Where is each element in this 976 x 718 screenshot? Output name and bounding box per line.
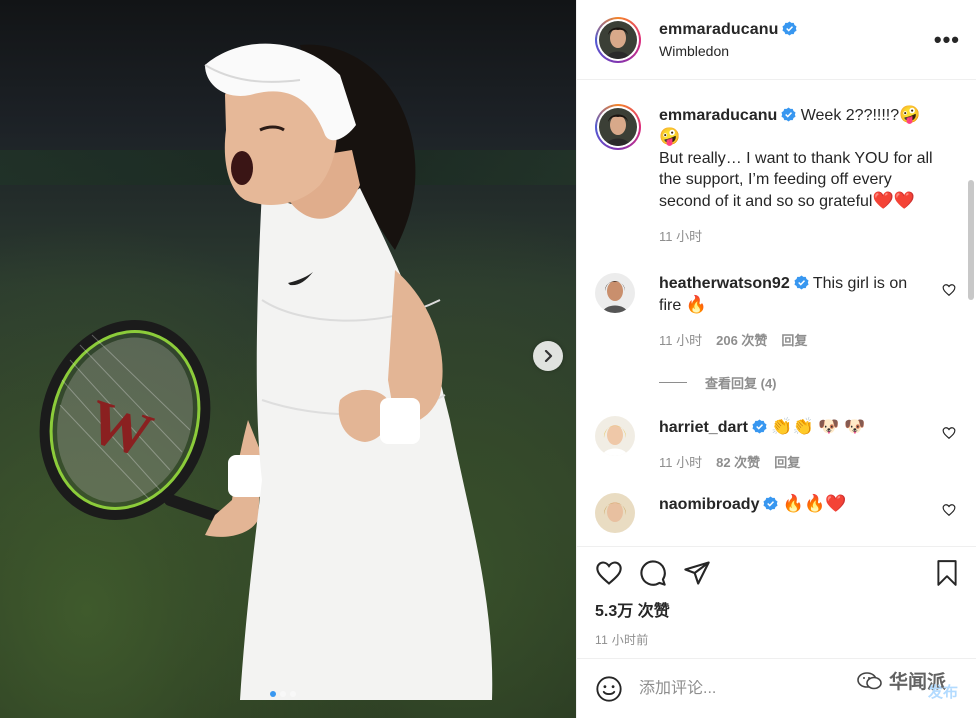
caption-line1: Week 2??!!!!? (800, 107, 900, 124)
caption-text: emmaraducanu Week 2??!!!!?🤪 🤪 But really… (659, 104, 944, 212)
chevron-right-icon (544, 350, 553, 362)
share-send-icon[interactable] (683, 559, 711, 587)
reply-button[interactable]: 回复 (781, 330, 807, 349)
like-comment-heart-icon[interactable] (942, 426, 956, 440)
comment-likes[interactable]: 206 次赞 (716, 330, 767, 349)
comment-time[interactable]: 11 小时 (659, 452, 702, 471)
caption-username[interactable]: emmaraducanu (659, 107, 777, 124)
more-options-icon[interactable]: ••• (934, 27, 960, 53)
comment-heatherwatson92: heatherwatson92 This girl is on fire 🔥 1… (595, 273, 958, 349)
caption-hearts: ❤️❤️ (872, 191, 915, 210)
reply-button[interactable]: 回复 (774, 452, 800, 471)
caption-line2-emoji: 🤪 (659, 127, 681, 146)
carousel-dot-2[interactable] (280, 691, 286, 697)
comment-username[interactable]: harriet_dart (659, 419, 748, 436)
verified-badge-icon (782, 20, 797, 36)
story-ring[interactable] (595, 16, 641, 63)
post-time[interactable]: 11 小时前 (595, 631, 960, 648)
instagram-post-modal: W emmaraducanu Wimbledon ••• emmaraducan… (0, 0, 976, 718)
comments-scrollbar[interactable] (968, 180, 974, 300)
post-photo: W (0, 0, 576, 718)
carousel-dot-1[interactable] (270, 691, 276, 697)
comment-emoji: 👏👏 🐶 🐶 (771, 417, 866, 436)
header-username[interactable]: emmaraducanu (659, 21, 778, 38)
post-actions: 5.3万 次赞 11 小时前 (577, 546, 976, 658)
carousel-dot-3[interactable] (290, 691, 296, 697)
next-slide-button[interactable] (533, 341, 563, 371)
caption: emmaraducanu Week 2??!!!!?🤪 🤪 But really… (595, 104, 958, 245)
view-replies-button[interactable]: 查看回复 (4) (659, 373, 958, 392)
like-comment-heart-icon[interactable] (942, 503, 956, 517)
comment-likes[interactable]: 82 次赞 (716, 452, 760, 471)
comment-harriet_dart: harriet_dart 👏👏 🐶 🐶 11 小时 82 次赞 回复 (595, 416, 958, 471)
bookmark-save-icon[interactable] (934, 559, 960, 587)
comment-avatar[interactable] (595, 273, 635, 313)
verified-badge-icon (794, 275, 809, 290)
verified-badge-icon (763, 496, 778, 511)
comment-input[interactable] (639, 679, 960, 698)
caption-time[interactable]: 11 小时 (659, 226, 702, 245)
comment-username[interactable]: naomibroady (659, 496, 759, 513)
comment-emoji: 🔥 (685, 295, 707, 314)
likes-count[interactable]: 5.3万 次赞 (595, 597, 960, 621)
comment-emoji: 🔥🔥❤️ (782, 494, 847, 513)
avatar (599, 20, 637, 59)
caption-line1-emoji: 🤪 (899, 105, 921, 124)
view-replies-label: 查看回复 (4) (705, 376, 777, 391)
caption-avatar[interactable] (595, 104, 641, 150)
post-comment-button[interactable]: 发布 (928, 681, 958, 702)
emoji-smiley-icon[interactable] (595, 675, 623, 703)
tennis-player-illustration: W (39, 43, 493, 700)
comment-avatar[interactable] (595, 493, 635, 533)
post-side-panel: emmaraducanu Wimbledon ••• emmaraducanu … (576, 0, 976, 718)
comment-avatar[interactable] (595, 416, 635, 456)
verified-badge-icon (781, 107, 796, 122)
verified-badge-icon (752, 419, 767, 434)
add-comment-bar: 华闻派 发布 (577, 658, 976, 718)
comment-bubble-icon[interactable] (639, 559, 667, 587)
post-location[interactable]: Wimbledon (659, 43, 934, 59)
divider-line (659, 382, 687, 383)
like-comment-heart-icon[interactable] (942, 283, 956, 297)
carousel-dots (270, 691, 296, 697)
comments-section[interactable]: emmaraducanu Week 2??!!!!?🤪 🤪 But really… (577, 80, 976, 546)
comment-username[interactable]: heatherwatson92 (659, 275, 790, 292)
comment-naomibroady: naomibroady 🔥🔥❤️ (595, 493, 958, 533)
post-header: emmaraducanu Wimbledon ••• (577, 0, 976, 80)
like-heart-icon[interactable] (595, 559, 623, 587)
comment-time[interactable]: 11 小时 (659, 330, 702, 349)
